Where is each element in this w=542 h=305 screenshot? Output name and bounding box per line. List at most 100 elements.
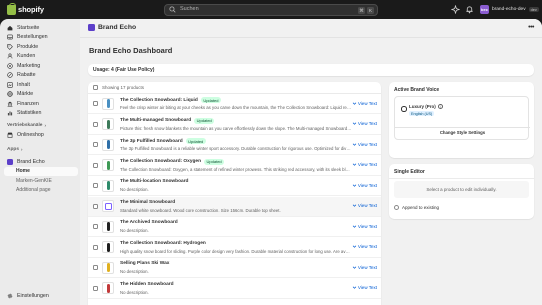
store-badge: dev <box>528 7 539 12</box>
product-row[interactable]: The Collection Snowboard: Oxygen Updated … <box>88 156 381 176</box>
bell-icon[interactable] <box>465 5 474 14</box>
apps-heading[interactable]: Apps › <box>7 147 23 152</box>
shopify-logo[interactable]: shopify <box>7 2 44 15</box>
chevron-down-icon <box>352 102 357 105</box>
search-icon <box>169 6 176 13</box>
row-checkbox[interactable] <box>93 224 98 229</box>
change-style-settings-button[interactable]: Change Style Settings <box>395 127 530 137</box>
sidebar-item-onlineshop[interactable]: Onlineshop <box>4 130 78 140</box>
product-row[interactable]: The Collection Snowboard: Liquid Updated … <box>88 94 381 114</box>
product-thumbnail <box>102 241 114 253</box>
product-thumbnail <box>102 179 114 192</box>
chevron-down-icon <box>352 225 357 228</box>
product-row[interactable]: The Multi-managed Snowboard Updated Pictu… <box>88 115 381 135</box>
sidebar: Startseite Bestellungen Produkte Kunden … <box>0 19 80 305</box>
product-title: The Hidden Snowboard <box>120 282 174 287</box>
brand-voice-card: Active Brand Voice Luxury (Pro) i Englis… <box>389 82 534 158</box>
sidebar-item-einstellungen[interactable]: Einstellungen <box>4 291 78 301</box>
main-content: Brand Echo ••• Brand Echo Dashboard Usag… <box>80 19 542 305</box>
logo-text: shopify <box>18 5 44 14</box>
sidebar-item-maerkte[interactable]: Märkte <box>4 90 78 100</box>
info-icon[interactable]: i <box>437 104 443 109</box>
product-thumbnail <box>102 118 114 130</box>
view-text-button[interactable]: View Text <box>352 244 377 249</box>
sidebar-item-brand-echo[interactable]: Brand Echo <box>4 157 78 167</box>
view-text-button[interactable]: View Text <box>352 121 377 126</box>
snowboard-image <box>106 222 110 231</box>
sidebar-item-finanzen[interactable]: Finanzen <box>4 99 78 109</box>
store-switcher[interactable]: bec brand-echo-dev dev <box>480 4 539 15</box>
sidebar-item-inhalt[interactable]: Inhalt <box>4 80 78 90</box>
product-row[interactable]: The Hidden Snowboard No description. Vie… <box>88 279 381 299</box>
product-row[interactable]: The Collection Snowboard: Hydrogen High … <box>88 238 381 258</box>
row-checkbox[interactable] <box>93 142 98 147</box>
append-label: Append to existing <box>402 205 440 210</box>
row-checkbox[interactable] <box>93 203 98 209</box>
chevron-down-icon <box>352 184 357 187</box>
product-row[interactable]: The Minimal Snowboard Standard white sno… <box>88 196 381 217</box>
product-description: Feel the crisp winter air biting at your… <box>120 105 352 110</box>
product-title-text: The Collection Snowboard: Liquid <box>120 97 198 103</box>
snowboard-image <box>106 160 110 170</box>
product-title-text: The Collection Snowboard: Oxygen <box>120 159 202 164</box>
product-row[interactable]: Selling Plans Ski Wax No description. Vi… <box>88 258 381 278</box>
snowboard-image <box>106 140 110 149</box>
sales-channels-heading[interactable]: Vertriebskanäle › <box>7 123 46 128</box>
sidebar-item-statistiken[interactable]: Statistiken <box>4 109 78 119</box>
row-checkbox[interactable] <box>93 101 98 106</box>
store-avatar: bec <box>480 5 489 14</box>
product-description: The 3p Fulfilled Snowboard is a reliable… <box>120 146 352 151</box>
product-title: The Collection Snowboard: Hydrogen <box>120 241 206 246</box>
voice-name-text: Luxury (Pro) <box>409 104 436 109</box>
view-text-button[interactable]: View Text <box>352 162 377 167</box>
product-title: Selling Plans Ski Wax <box>120 261 169 266</box>
row-checkbox[interactable] <box>93 265 98 270</box>
store-name: brand-echo-dev <box>492 7 526 12</box>
product-row[interactable]: The Multi-location Snowboard No descript… <box>88 176 381 196</box>
voice-radio-selected[interactable] <box>401 106 407 112</box>
sidebar-item-marketing[interactable]: Marketing <box>4 61 78 71</box>
view-text-label: View Text <box>357 182 377 188</box>
view-text-button[interactable]: View Text <box>352 183 377 188</box>
sidebar-subitem-additional-page[interactable]: Additional page <box>4 186 78 196</box>
sidebar-item-kunden[interactable]: Kunden <box>4 52 78 62</box>
sidebar-item-label: Bestellungen <box>17 34 48 41</box>
product-description: Picture this: fresh snow blankets the mo… <box>120 125 352 131</box>
sidebar-subitem-home[interactable]: Home <box>4 166 78 176</box>
product-title-text: The Multi-location Snowboard <box>120 179 189 184</box>
view-text-button[interactable]: View Text <box>352 142 377 147</box>
usage-text: Usage: 4 (Fair Use Policy) <box>93 67 155 73</box>
append-radio[interactable] <box>394 205 399 210</box>
snowboard-image <box>106 119 110 129</box>
sidekick-icon[interactable] <box>451 5 460 14</box>
row-checkbox[interactable] <box>93 244 98 250</box>
view-text-button[interactable]: View Text <box>352 285 377 290</box>
product-description: High quality snow board for sliding. Pur… <box>120 248 352 254</box>
row-checkbox[interactable] <box>93 162 98 168</box>
product-row[interactable]: The Archived Snowboard No description. V… <box>88 217 381 237</box>
showing-count: Showing 17 products <box>102 85 145 90</box>
sidebar-subitem-marken-genkie[interactable]: Marken-GenKIE <box>4 176 78 186</box>
view-text-button[interactable]: View Text <box>352 203 377 208</box>
product-list-header: Showing 17 products <box>88 82 381 94</box>
sidebar-item-startseite[interactable]: Startseite <box>4 23 78 33</box>
snowboard-image <box>106 242 110 252</box>
select-all-checkbox[interactable] <box>93 85 98 90</box>
product-title: The Collection Snowboard: Liquid Updated <box>120 97 221 103</box>
sidebar-item-produkte[interactable]: Produkte <box>4 42 78 52</box>
search-input[interactable]: Suchen ⌘ K <box>164 4 378 16</box>
sidebar-item-rabatte[interactable]: Rabatte <box>4 71 78 81</box>
view-text-button[interactable]: View Text <box>352 224 377 229</box>
append-option[interactable]: Append to existing <box>394 205 439 210</box>
sidebar-item-bestellungen[interactable]: Bestellungen <box>4 33 78 43</box>
more-actions-icon[interactable]: ••• <box>528 24 534 31</box>
sidebar-subitem-label: Home <box>16 168 30 175</box>
row-checkbox[interactable] <box>93 121 98 127</box>
bank-icon <box>7 101 13 107</box>
row-checkbox[interactable] <box>93 183 98 188</box>
row-checkbox[interactable] <box>93 285 98 291</box>
brand-voice-option[interactable]: Luxury (Pro) i English (US) Change Style… <box>394 96 530 140</box>
product-row[interactable]: The 3p Fulfilled Snowboard Updated The 3p… <box>88 135 381 155</box>
view-text-button[interactable]: View Text <box>352 265 377 270</box>
view-text-button[interactable]: View Text <box>352 101 377 106</box>
